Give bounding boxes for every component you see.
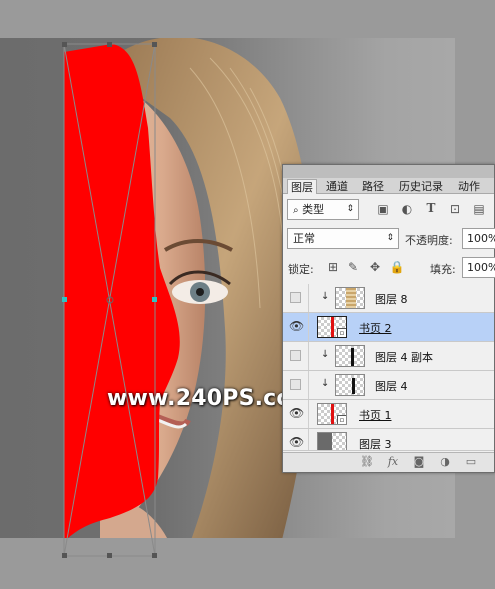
clipping-arrow-icon: ↓ bbox=[321, 349, 330, 360]
clipping-arrow-icon: ↓ bbox=[321, 291, 330, 302]
tab-paths[interactable]: 路径 bbox=[357, 179, 389, 194]
layer-row[interactable]: 👁 图层 3 bbox=[283, 429, 494, 451]
layer-name[interactable]: 图层 8 bbox=[375, 291, 408, 307]
adjustment-icon[interactable]: ◑ bbox=[437, 455, 453, 468]
visibility-toggle[interactable]: 👁 bbox=[283, 313, 309, 341]
tab-actions[interactable]: 动作 bbox=[453, 179, 485, 194]
layer-name[interactable]: 图层 4 bbox=[375, 378, 408, 394]
search-icon: ⌕ bbox=[293, 205, 299, 216]
tab-history[interactable]: 历史记录 bbox=[393, 179, 449, 194]
layer-row[interactable]: ↓ 图层 4 副本 bbox=[283, 342, 494, 371]
shape-filter-icon[interactable]: ⊡ bbox=[447, 202, 463, 216]
panel-tabs: 图层 通道 路径 历史记录 动作 bbox=[283, 165, 494, 194]
layer-thumbnail bbox=[335, 287, 365, 309]
layer-thumbnail bbox=[317, 432, 347, 450]
layers-panel[interactable]: 图层 通道 路径 历史记录 动作 ⌕ 类型 ⇕ ▣ ◐ T ⊡ ▤ 正常 ⇕ 不… bbox=[282, 164, 495, 473]
layers-list: ↓ 图层 8 👁 ▫ 书页 2 ↓ 图层 4 副本 ↓ 图层 4 👁 ▫ 书页 … bbox=[283, 284, 494, 451]
visibility-toggle[interactable] bbox=[283, 342, 309, 370]
updown-arrow-icon: ⇕ bbox=[346, 204, 354, 214]
blend-mode-value: 正常 bbox=[293, 232, 315, 245]
pixel-filter-icon[interactable]: ▣ bbox=[375, 202, 391, 216]
smart-object-icon: ▫ bbox=[337, 328, 346, 337]
opacity-field[interactable]: 100% bbox=[462, 228, 495, 249]
fill-label: 填充: bbox=[430, 263, 456, 276]
layer-thumbnail bbox=[335, 374, 365, 396]
layer-name[interactable]: 图层 3 bbox=[359, 436, 392, 450]
layer-thumbnail: ▫ bbox=[317, 403, 347, 425]
lock-position-icon[interactable]: ✥ bbox=[367, 260, 383, 274]
type-filter-icon[interactable]: T bbox=[423, 201, 439, 215]
opacity-label: 不透明度: bbox=[405, 234, 453, 247]
blend-mode-select[interactable]: 正常 ⇕ bbox=[287, 228, 399, 249]
layer-row[interactable]: 👁 ▫ 书页 1 bbox=[283, 400, 494, 429]
lock-row: 锁定: ⊞ ✎ ✥ 🔒 填充: 100% bbox=[283, 254, 495, 283]
smart-object-filter-icon[interactable]: ▤ bbox=[471, 202, 487, 216]
tab-layers[interactable]: 图层 bbox=[287, 179, 317, 194]
visibility-toggle[interactable]: 👁 bbox=[283, 429, 309, 450]
adjustment-filter-icon[interactable]: ◐ bbox=[399, 202, 415, 216]
lock-transparent-icon[interactable]: ⊞ bbox=[325, 260, 341, 274]
layer-name[interactable]: 书页 2 bbox=[359, 320, 392, 336]
visibility-toggle[interactable] bbox=[283, 284, 309, 312]
eye-icon: 👁 bbox=[289, 319, 305, 333]
layer-name[interactable]: 图层 4 副本 bbox=[375, 349, 433, 365]
filter-row: ⌕ 类型 ⇕ ▣ ◐ T ⊡ ▤ bbox=[283, 194, 494, 226]
lock-all-icon[interactable]: 🔒 bbox=[389, 260, 405, 274]
eye-icon: 👁 bbox=[289, 435, 305, 449]
lock-paint-icon[interactable]: ✎ bbox=[345, 260, 361, 274]
filter-kind-label: 类型 bbox=[302, 203, 325, 216]
clipping-arrow-icon: ↓ bbox=[321, 378, 330, 389]
updown-arrow-icon: ⇕ bbox=[386, 233, 394, 243]
layer-row[interactable]: ↓ 图层 4 bbox=[283, 371, 494, 400]
filter-kind-select[interactable]: ⌕ 类型 ⇕ bbox=[287, 199, 359, 220]
eye-icon: 👁 bbox=[289, 406, 305, 420]
mask-icon[interactable]: ◙ bbox=[411, 455, 427, 468]
blend-row: 正常 ⇕ 不透明度: 100% bbox=[283, 226, 495, 254]
fill-field[interactable]: 100% bbox=[462, 257, 495, 278]
smart-object-icon: ▫ bbox=[337, 415, 346, 424]
tab-channels[interactable]: 通道 bbox=[321, 179, 353, 194]
visibility-toggle[interactable] bbox=[283, 371, 309, 399]
layer-row[interactable]: ↓ 图层 8 bbox=[283, 284, 494, 313]
layer-name[interactable]: 书页 1 bbox=[359, 407, 392, 423]
visibility-toggle[interactable]: 👁 bbox=[283, 400, 309, 428]
folder-icon[interactable]: ▭ bbox=[463, 455, 479, 468]
lock-label: 锁定: bbox=[288, 263, 314, 276]
layer-row[interactable]: 👁 ▫ 书页 2 bbox=[283, 313, 494, 342]
layer-thumbnail bbox=[335, 345, 365, 367]
panel-footer: ⛓ fx ◙ ◑ ▭ bbox=[283, 452, 494, 472]
layer-thumbnail: ▫ bbox=[317, 316, 347, 338]
fx-icon[interactable]: fx bbox=[385, 455, 401, 468]
link-icon[interactable]: ⛓ bbox=[359, 455, 375, 468]
